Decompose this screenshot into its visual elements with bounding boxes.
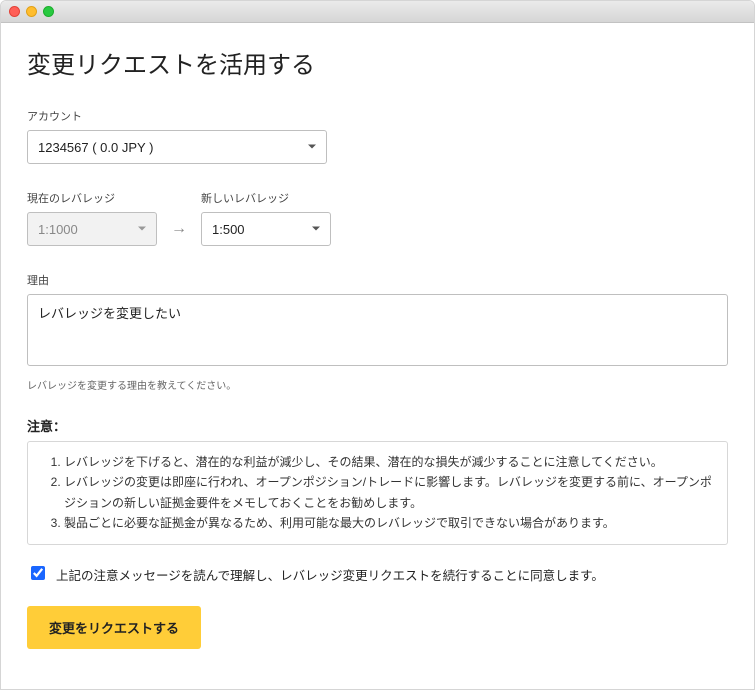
notice-item: 製品ごとに必要な証拠金が異なるため、利用可能な最大のレバレッジで取引できない場合…: [64, 513, 713, 533]
notice-heading: 注意：: [27, 416, 728, 435]
arrow-right-icon: →: [171, 212, 187, 246]
page-title: 変更リクエストを活用する: [27, 45, 728, 80]
form-content: 変更リクエストを活用する アカウント 1234567 ( 0.0 JPY ) 現…: [1, 23, 754, 689]
account-label: アカウント: [27, 108, 728, 124]
notice-box: レバレッジを下げると、潜在的な利益が減少し、その結果、潜在的な損失が減少すること…: [27, 441, 728, 545]
consent-text: 上記の注意メッセージを読んで理解し、レバレッジ変更リクエストを続行することに同意…: [56, 565, 604, 584]
reason-label: 理由: [27, 272, 728, 288]
leverage-row: 現在のレバレッジ 1:1000 → 新しいレバレッジ 1:500: [27, 190, 728, 246]
chevron-down-icon: [312, 227, 320, 232]
window-titlebar: [1, 1, 754, 23]
current-leverage-value: 1:1000: [38, 222, 78, 237]
window-maximize-button[interactable]: [43, 6, 54, 17]
account-select[interactable]: 1234567 ( 0.0 JPY ): [27, 130, 327, 164]
new-leverage-label: 新しいレバレッジ: [201, 190, 331, 206]
reason-helper-text: レバレッジを変更する理由を教えてください。: [27, 377, 728, 392]
notice-item: レバレッジを下げると、潜在的な利益が減少し、その結果、潜在的な損失が減少すること…: [64, 452, 713, 472]
chevron-down-icon: [138, 227, 146, 232]
new-leverage-value: 1:500: [212, 222, 245, 237]
window-close-button[interactable]: [9, 6, 20, 17]
account-selected-value: 1234567 ( 0.0 JPY ): [38, 140, 153, 155]
consent-checkbox[interactable]: [31, 566, 45, 580]
notice-item: レバレッジの変更は即座に行われ、オープンポジション/トレードに影響します。レバレ…: [64, 472, 713, 513]
current-leverage-select: 1:1000: [27, 212, 157, 246]
notice-list: レバレッジを下げると、潜在的な利益が減少し、その結果、潜在的な損失が減少すること…: [34, 452, 713, 534]
reason-textarea[interactable]: [27, 294, 728, 366]
consent-row[interactable]: 上記の注意メッセージを読んで理解し、レバレッジ変更リクエストを続行することに同意…: [27, 565, 728, 584]
app-window: 変更リクエストを活用する アカウント 1234567 ( 0.0 JPY ) 現…: [0, 0, 755, 690]
submit-button[interactable]: 変更をリクエストする: [27, 606, 201, 649]
new-leverage-select[interactable]: 1:500: [201, 212, 331, 246]
chevron-down-icon: [308, 145, 316, 150]
window-minimize-button[interactable]: [26, 6, 37, 17]
current-leverage-label: 現在のレバレッジ: [27, 190, 157, 206]
